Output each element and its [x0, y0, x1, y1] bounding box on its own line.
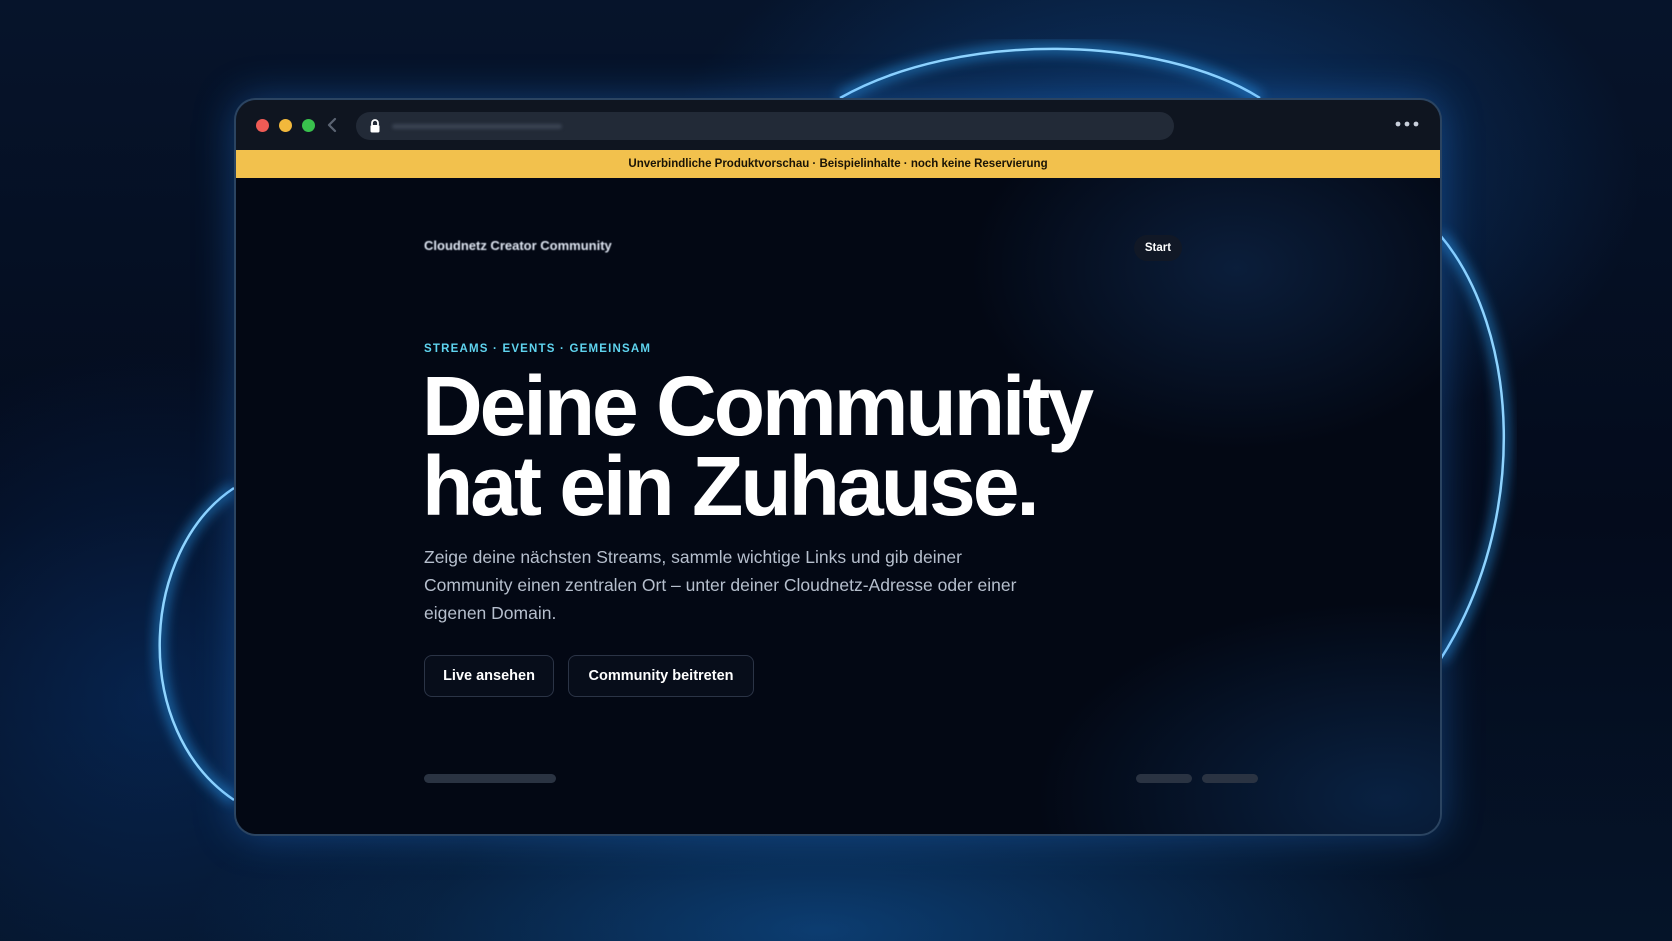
url-text-blurred	[392, 124, 562, 129]
hero-headline-line-1: Deine Community	[422, 359, 1094, 453]
preview-banner: Unverbindliche Produktvorschau · Beispie…	[236, 150, 1440, 178]
browser-titlebar	[236, 100, 1440, 150]
browser-window: Unverbindliche Produktvorschau · Beispie…	[234, 98, 1442, 836]
footer-placeholder-link-1	[1136, 774, 1192, 783]
address-bar[interactable]	[356, 112, 1174, 140]
hero-eyebrow: STREAMS · EVENTS · GEMEINSAM	[424, 343, 652, 355]
hero-lead-text: Zeige deine nächsten Streams, sammle wic…	[424, 547, 1017, 623]
page-content: Cloudnetz Creator Community Start STREAM…	[236, 178, 1440, 834]
community-beitreten-button[interactable]: Community beitreten	[568, 655, 754, 697]
hero-headline-line-2: hat ein Zuhause.	[422, 439, 1040, 533]
chevron-left-icon[interactable]	[326, 117, 338, 133]
start-button[interactable]: Start	[1134, 235, 1182, 261]
live-ansehen-button[interactable]: Live ansehen	[424, 655, 554, 697]
more-horizontal-icon[interactable]	[1394, 120, 1420, 128]
maximize-window-button[interactable]	[302, 119, 315, 132]
brand-name[interactable]: Cloudnetz Creator Community	[424, 238, 612, 253]
lock-icon	[370, 119, 380, 133]
footer-placeholder-left	[424, 774, 556, 783]
hero-headline: Deine Community hat ein Zuhause.	[422, 359, 1182, 533]
minimize-window-button[interactable]	[279, 119, 292, 132]
footer-placeholder-link-2	[1202, 774, 1258, 783]
scene-background: Unverbindliche Produktvorschau · Beispie…	[0, 0, 1672, 941]
close-window-button[interactable]	[256, 119, 269, 132]
